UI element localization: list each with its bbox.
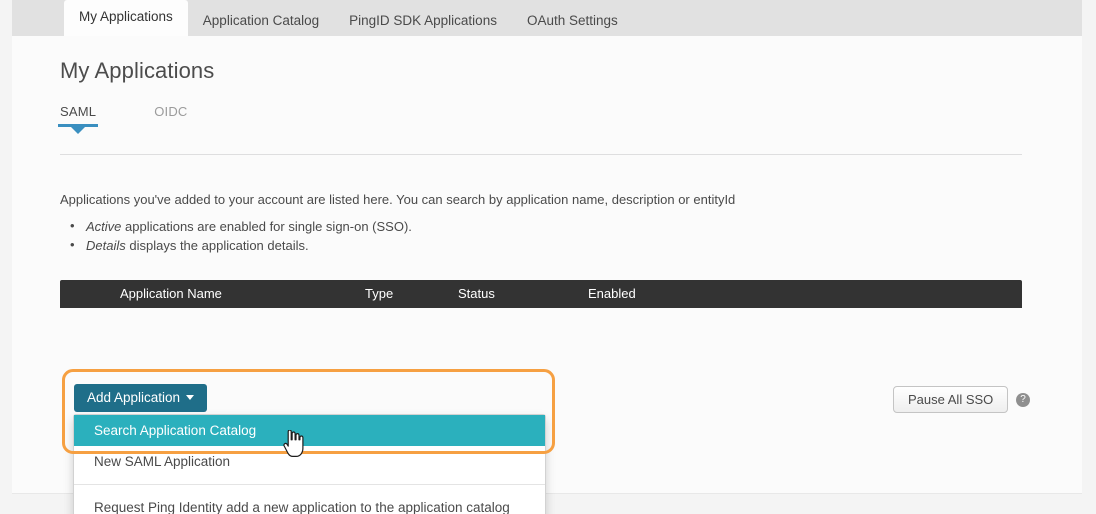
add-application-button[interactable]: Add Application [74, 384, 208, 412]
subtab-oidc[interactable]: OIDC [154, 104, 187, 133]
protocol-subtabs: SAML OIDC [58, 104, 246, 134]
column-header-status[interactable]: Status [458, 280, 495, 308]
bullet-list: Active applications are enabled for sing… [60, 217, 412, 256]
page-title: My Applications [60, 58, 215, 83]
bullet-item-active-emphasis: Active [86, 219, 122, 234]
menu-separator [74, 484, 545, 485]
tab-pingid-sdk-applications-label: PingID SDK Applications [349, 13, 497, 28]
applications-table-header: Application Name Type Status Enabled [60, 280, 1022, 308]
subtab-saml[interactable]: SAML [58, 104, 99, 134]
add-application-button-label: Add Application [87, 390, 181, 405]
bullet-item-details-rest: displays the application details. [125, 237, 309, 253]
bullet-item-details: Details displays the application details… [60, 236, 412, 256]
tab-pingid-sdk-applications[interactable]: PingID SDK Applications [334, 6, 512, 36]
chevron-down-icon [186, 395, 195, 400]
column-header-application-name[interactable]: Application Name [120, 280, 222, 308]
column-header-type[interactable]: Type [365, 280, 393, 308]
tab-my-applications[interactable]: My Applications [64, 0, 188, 36]
menu-item-request-ping-identity-new-application[interactable]: Request Ping Identity add a new applicat… [74, 492, 545, 514]
help-icon[interactable]: ? [1016, 393, 1030, 407]
tab-my-applications-label: My Applications [79, 9, 173, 24]
tab-application-catalog[interactable]: Application Catalog [188, 6, 334, 36]
subtab-saml-label: SAML [60, 104, 97, 119]
page-content: My Applications SAML OIDC Applications y… [12, 36, 1082, 514]
subtab-active-caret-icon [71, 127, 86, 134]
pause-all-sso-button[interactable]: Pause All SSO [893, 386, 1009, 413]
bullet-item-active-rest: applications are enabled for single sign… [121, 219, 412, 234]
tab-application-catalog-label: Application Catalog [202, 13, 320, 28]
menu-item-search-application-catalog[interactable]: Search Application Catalog [74, 415, 545, 446]
app-root: My Applications Application Catalog Ping… [0, 0, 1096, 514]
top-tab-list: My Applications Application Catalog Ping… [64, 0, 633, 36]
subtab-oidc-label: OIDC [154, 104, 188, 119]
add-application-dropdown-menu: Search Application Catalog New SAML Appl… [73, 414, 546, 514]
menu-item-new-saml-application[interactable]: New SAML Application [74, 446, 545, 477]
top-tab-strip: My Applications Application Catalog Ping… [12, 0, 1082, 36]
tab-oauth-settings-label: OAuth Settings [526, 13, 618, 28]
section-divider [60, 154, 1022, 155]
column-header-enabled[interactable]: Enabled [588, 280, 636, 308]
bullet-item-details-emphasis: Details [86, 237, 126, 253]
tab-oauth-settings[interactable]: OAuth Settings [512, 6, 633, 36]
bullet-item-active: Active applications are enabled for sing… [60, 217, 412, 237]
intro-text: Applications you've added to your accoun… [60, 192, 736, 207]
